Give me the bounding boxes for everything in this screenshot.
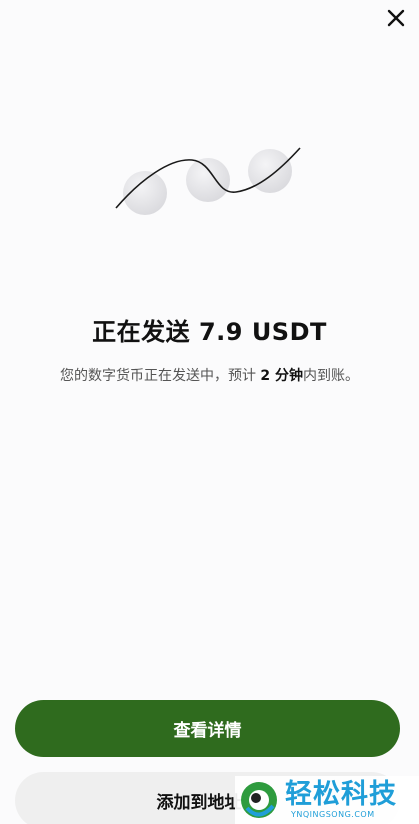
- send-status-screen: 正在发送 7.9 USDT 您的数字货币正在发送中，预计 2 分钟内到账。 查看…: [0, 0, 419, 824]
- subtitle-suffix: 内到账。: [303, 368, 360, 384]
- subtitle-eta: 2 分钟: [260, 368, 304, 384]
- coin-middle: [186, 158, 230, 202]
- coins-sending-icon: [115, 147, 301, 215]
- subtitle-prefix: 您的数字货币正在发送中，预计: [59, 368, 256, 384]
- status-subtitle: 您的数字货币正在发送中，预计 2 分钟内到账。: [0, 365, 419, 385]
- close-icon: [387, 9, 405, 27]
- watermark-domain: YNQINGSONG.COM: [291, 810, 375, 819]
- watermark-brand: 轻松科技: [285, 779, 397, 810]
- view-details-button[interactable]: 查看详情: [15, 700, 400, 757]
- watermark-text: 轻松科技 YNQINGSONG.COM: [285, 780, 397, 820]
- view-details-label: 查看详情: [173, 721, 242, 741]
- close-button[interactable]: [382, 4, 410, 32]
- status-title: 正在发送 7.9 USDT: [92, 318, 327, 346]
- watermark: 轻松科技 YNQINGSONG.COM: [235, 776, 419, 824]
- brand-logo-icon: [241, 782, 277, 818]
